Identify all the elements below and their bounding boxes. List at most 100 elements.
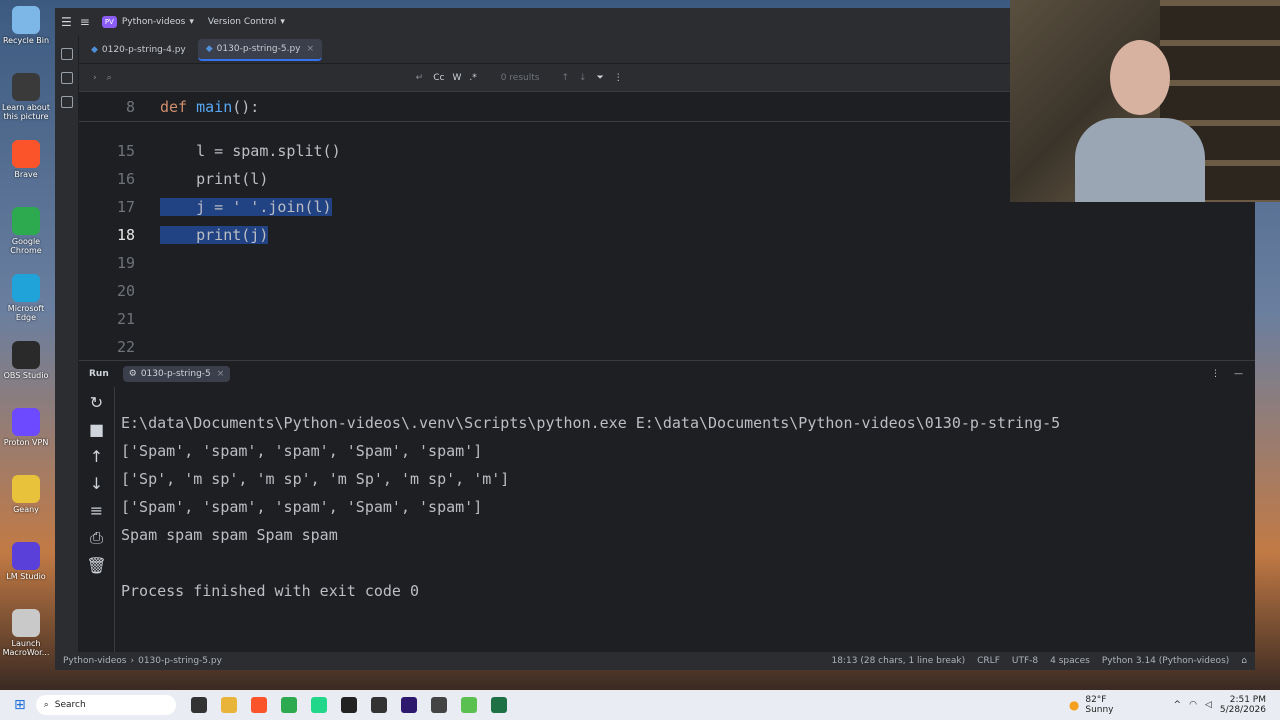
- line-number: 17: [116, 198, 135, 216]
- line-separator[interactable]: CRLF: [977, 656, 1000, 666]
- line-number: 21: [116, 310, 135, 328]
- desktop-icon[interactable]: Geany: [1, 475, 51, 514]
- weather-icon[interactable]: ●: [1069, 698, 1079, 712]
- structure-icon[interactable]: [60, 72, 73, 84]
- status-bar: Python-videos › 0130-p-string-5.py 18:13…: [55, 652, 1255, 670]
- line-number: 20: [116, 282, 135, 300]
- snipping-icon[interactable]: [430, 697, 447, 713]
- project-selector[interactable]: PV Python-videos ▾: [101, 16, 194, 28]
- cursor-position[interactable]: 18:13 (28 chars, 1 line break): [832, 656, 966, 666]
- brave-icon[interactable]: [250, 697, 267, 713]
- newline-icon[interactable]: ↵: [416, 73, 424, 83]
- more-icon[interactable]: ⋮: [1211, 369, 1220, 379]
- more-icon[interactable]: ⋮: [614, 73, 623, 83]
- desktop-icon[interactable]: Brave: [1, 140, 51, 179]
- desktop-icon-label: OBS Studio: [3, 371, 49, 380]
- match-case-toggle[interactable]: Cc: [433, 73, 444, 83]
- wrap-icon[interactable]: ≡: [79, 501, 114, 520]
- project-name: Python-videos: [121, 17, 186, 27]
- volume-icon[interactable]: ◁: [1205, 700, 1212, 710]
- tab-0130-p-string-5[interactable]: ◆ 0130-p-string-5.py ×: [197, 38, 323, 61]
- desktop-icon[interactable]: LM Studio: [1, 542, 51, 581]
- weather-desc: Sunny: [1085, 705, 1114, 715]
- desktop-icon[interactable]: Recycle Bin: [1, 6, 51, 45]
- desktop-icon-label: Microsoft Edge: [7, 304, 45, 322]
- tray-chevron-icon[interactable]: ^: [1174, 700, 1182, 710]
- chevron-down-icon: ▾: [280, 17, 285, 27]
- weather[interactable]: 82°F Sunny: [1085, 695, 1113, 715]
- prev-occurrence-icon[interactable]: ↑: [561, 73, 569, 83]
- expand-icon[interactable]: ›: [93, 73, 97, 83]
- vcs-selector[interactable]: Version Control ▾: [208, 17, 285, 27]
- app-icon[interactable]: [370, 697, 387, 713]
- down-icon[interactable]: ↓: [79, 474, 114, 493]
- clock-time: 2:51 PM: [1229, 695, 1266, 705]
- line-number: 18: [116, 226, 135, 244]
- minimize-icon[interactable]: —: [1234, 369, 1243, 379]
- search-label: Search: [54, 700, 86, 710]
- desktop-icon[interactable]: Launch MacroWor...: [1, 609, 51, 657]
- run-panel-header: Run ⚙ 0130-p-string-5 × ⋮ —: [79, 361, 1255, 387]
- run-panel: Run ⚙ 0130-p-string-5 × ⋮ — ↻ ■ ↑ ↓ ≡ ⎙ …: [79, 360, 1255, 653]
- stop-icon[interactable]: ■: [79, 420, 114, 439]
- python-file-icon: ◆: [205, 43, 213, 54]
- interpreter[interactable]: Python 3.14 (Python-videos): [1102, 656, 1229, 666]
- breadcrumb-project[interactable]: Python-videos: [63, 656, 126, 666]
- app-icon: [12, 542, 40, 570]
- notepad-icon[interactable]: [460, 697, 477, 713]
- close-icon[interactable]: ×: [307, 44, 315, 54]
- excel-icon[interactable]: [490, 697, 507, 713]
- run-label: Run: [89, 369, 109, 379]
- desktop-icon[interactable]: OBS Studio: [1, 341, 51, 380]
- line-number: 16: [116, 170, 135, 188]
- hamburger-icon[interactable]: ≡: [80, 15, 90, 29]
- line-number: 15: [116, 142, 135, 160]
- wifi-icon[interactable]: ◠: [1189, 700, 1197, 710]
- close-icon[interactable]: ×: [217, 369, 225, 379]
- console-line: ['Sp', 'm sp', 'm sp', 'm Sp', 'm sp', '…: [121, 470, 510, 488]
- desktop-icon[interactable]: Google Chrome: [1, 207, 51, 255]
- file-explorer-icon[interactable]: [220, 697, 237, 713]
- python-file-icon: ◆: [91, 44, 98, 55]
- task-view-icon[interactable]: [190, 697, 207, 713]
- premiere-icon[interactable]: [400, 697, 417, 713]
- clock[interactable]: 2:51 PM 5/28/2026: [1220, 695, 1266, 715]
- code-line: print(l): [160, 170, 269, 188]
- webcam-overlay: [1010, 0, 1280, 202]
- app-icon: [12, 609, 40, 637]
- chrome-icon[interactable]: [280, 697, 297, 713]
- whole-word-toggle[interactable]: W: [452, 73, 461, 83]
- regex-toggle[interactable]: .*: [469, 73, 476, 83]
- up-icon[interactable]: ↑: [79, 447, 114, 466]
- print-icon[interactable]: ⎙: [79, 528, 114, 548]
- console-line: Process finished with exit code 0: [121, 582, 420, 600]
- rerun-icon[interactable]: ↻: [79, 393, 114, 412]
- desktop-icon[interactable]: Proton VPN: [1, 408, 51, 447]
- find-input[interactable]: [116, 70, 416, 86]
- pycharm-icon[interactable]: [310, 697, 327, 713]
- chevron-down-icon: ▾: [189, 17, 194, 27]
- desktop-icon-label: Brave: [14, 170, 38, 179]
- file-encoding[interactable]: UTF-8: [1012, 656, 1038, 666]
- desktop-icon[interactable]: Microsoft Edge: [1, 274, 51, 322]
- terminal-icon[interactable]: [340, 697, 357, 713]
- indent-setting[interactable]: 4 spaces: [1050, 656, 1090, 666]
- next-occurrence-icon[interactable]: ↓: [579, 73, 587, 83]
- folder-icon[interactable]: [60, 48, 73, 60]
- trash-icon[interactable]: 🗑: [79, 556, 114, 575]
- menu-icon[interactable]: ☰: [61, 15, 72, 29]
- windows-start-icon[interactable]: ⊞: [14, 697, 26, 713]
- more-tools-icon[interactable]: [60, 96, 73, 108]
- breadcrumb-file[interactable]: 0130-p-string-5.py: [138, 656, 222, 666]
- lock-icon[interactable]: ⌂: [1241, 656, 1247, 666]
- taskbar: ⊞ ⌕ Search ● 82°F Sunny ^ ◠ ◁ 2:51 PM 5/…: [0, 690, 1280, 720]
- desktop-icon[interactable]: Learn about this picture: [1, 73, 51, 121]
- console-output[interactable]: E:\data\Documents\Python-videos\.venv\Sc…: [121, 409, 1255, 629]
- run-tab[interactable]: ⚙ 0130-p-string-5 ×: [122, 366, 231, 382]
- tab-0120-p-string-4[interactable]: ◆ 0120-p-string-4.py: [83, 39, 194, 61]
- search-box[interactable]: ⌕ Search: [35, 695, 176, 715]
- console-line: ['Spam', 'spam', 'spam', 'Spam', 'spam']: [121, 498, 483, 516]
- line-number: 22: [116, 338, 135, 356]
- filter-icon[interactable]: ⏷: [597, 73, 604, 83]
